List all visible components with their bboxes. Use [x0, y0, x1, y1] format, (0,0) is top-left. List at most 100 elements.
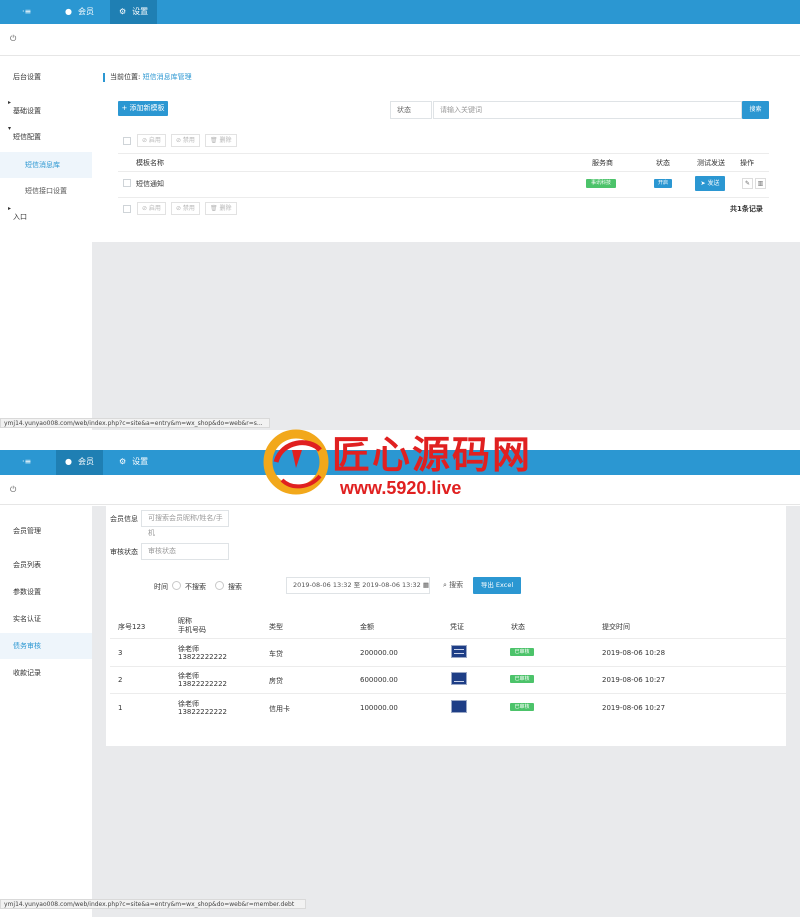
member-search-input[interactable]: 可搜索会员昵称/姓名/手机: [141, 510, 229, 537]
row-type: 车贷: [269, 650, 283, 658]
row-submit-time: 2019-08-06 10:27: [602, 676, 666, 684]
sidebar-item-sms-library[interactable]: 短信消息库: [0, 152, 92, 178]
member-info-label: 会员信息: [110, 515, 138, 523]
voucher-thumbnail[interactable]: [451, 700, 467, 713]
gear-icon: ⚙: [119, 457, 127, 466]
search-icon: ⌕: [443, 581, 447, 589]
row-amount: 600000.00: [360, 676, 398, 684]
header-status: 状态: [511, 623, 525, 631]
row-phone: 13822222222: [178, 653, 227, 661]
user-icon: ●: [65, 7, 72, 16]
row-type: 信用卡: [269, 705, 290, 713]
status-url-bar: ymj14.yunyao008.com/web/index.php?c=site…: [0, 418, 270, 428]
watermark-logo: 匠心源码网 www.5920.live: [262, 420, 552, 502]
date-range-value: 2019-08-06 13:32 至 2019-08-06 13:32: [293, 581, 421, 589]
header-amount: 金额: [360, 623, 374, 631]
keyword-input[interactable]: 请输入关键词: [433, 101, 742, 119]
sidebar-item-label: 短信配置: [13, 133, 41, 141]
template-name: 短信通知: [136, 180, 164, 188]
delete-button-bottom[interactable]: 🗑 删除: [205, 202, 237, 215]
caret-right-icon: ▸: [8, 99, 12, 106]
nav-member[interactable]: ● 会员: [56, 450, 103, 475]
caret-down-icon: ▾: [8, 125, 12, 132]
search-button[interactable]: ⌕ 搜索: [436, 577, 468, 594]
row-amount: 200000.00: [360, 649, 398, 657]
header-voucher: 凭证: [450, 623, 464, 631]
breadcrumb-current[interactable]: 短信消息库管理: [143, 73, 192, 81]
divider: [110, 693, 786, 694]
menu-toggle-icon[interactable]: ·≡: [22, 457, 31, 466]
radio-no-search[interactable]: [172, 581, 181, 590]
send-test-button[interactable]: ➤ 发送: [695, 176, 725, 191]
sidebar-item-backend-settings[interactable]: 后台设置: [0, 64, 92, 90]
nav-member-label: 会员: [77, 457, 94, 466]
date-range-input[interactable]: 2019-08-06 13:32 至 2019-08-06 13:32 ▦: [286, 577, 430, 594]
send-label: 发送: [707, 180, 720, 187]
breadcrumb-prefix: 当前位置:: [110, 73, 141, 81]
sidebar-item-payment-records[interactable]: 收款记录: [0, 660, 92, 686]
nav-settings-label: 设置: [132, 7, 149, 16]
row-amount: 100000.00: [360, 704, 398, 712]
total-count: 共1条记录: [730, 205, 763, 213]
status-badge: 已审核: [510, 675, 534, 683]
divider: [118, 171, 769, 172]
disable-button-bottom[interactable]: ⊘ 禁用: [171, 202, 200, 215]
voucher-thumbnail[interactable]: [451, 645, 467, 658]
select-all-checkbox[interactable]: [123, 137, 131, 145]
main-panel: 当前位置: 短信消息库管理 + 添加新模板 状态 请输入关键词 搜索 ⊘ 启用 …: [92, 58, 800, 242]
row-checkbox[interactable]: [123, 179, 131, 187]
select-all-checkbox-bottom[interactable]: [123, 205, 131, 213]
nav-settings[interactable]: ⚙ 设置: [110, 450, 157, 474]
time-label: 时间: [154, 583, 168, 591]
header-provider: 服务商: [592, 159, 613, 167]
row-phone: 13822222222: [178, 680, 227, 688]
voucher-thumbnail[interactable]: [451, 672, 467, 685]
add-template-button[interactable]: + 添加新模板: [118, 101, 168, 116]
sidebar-item-sms-config[interactable]: ▾ 短信配置: [0, 124, 92, 150]
calendar-icon: ▦: [422, 581, 430, 589]
divider: [118, 153, 769, 154]
status-badge[interactable]: 开启: [654, 179, 672, 188]
radio-no-search-label: 不搜索: [185, 583, 206, 591]
sidebar-item-realname[interactable]: 实名认证: [0, 606, 92, 632]
debt-audit-screen: ·≡ ● 会员 ⚙ 设置 ⏻ 会员管理 会员列表 参数设置 实名认证 债务审核 收款…: [0, 450, 800, 917]
menu-toggle-icon[interactable]: ·≡: [22, 7, 31, 16]
divider: [110, 638, 786, 639]
watermark-text: 匠心源码网: [332, 432, 533, 477]
top-nav-bar: ·≡ ● 会员 ⚙ 设置: [0, 0, 800, 24]
radio-search-label: 搜索: [228, 583, 242, 591]
power-icon[interactable]: ⏻: [10, 485, 16, 495]
user-icon: ●: [65, 457, 72, 466]
nav-member[interactable]: ● 会员: [56, 0, 103, 24]
export-excel-button[interactable]: 导出 Excel: [473, 577, 521, 594]
row-seq: 2: [118, 676, 123, 684]
sidebar-item-member-list[interactable]: 会员列表: [0, 552, 92, 578]
sidebar-item-params[interactable]: 参数设置: [0, 579, 92, 605]
main-panel: 会员信息 可搜索会员昵称/姓名/手机 审核状态 审核状态 时间 不搜索 搜索 2…: [106, 506, 786, 746]
header-submit-time: 提交时间: [602, 623, 630, 631]
edit-icon[interactable]: ✎: [742, 178, 753, 189]
sidebar: 会员管理 会员列表 参数设置 实名认证 债务审核 收款记录: [0, 506, 92, 917]
audit-status-select[interactable]: 审核状态: [141, 543, 229, 560]
nav-settings[interactable]: ⚙ 设置: [110, 0, 158, 24]
status-badge: 已审核: [510, 703, 534, 711]
radio-search[interactable]: [215, 581, 224, 590]
sms-template-screen: ·≡ ● 会员 ⚙ 设置 ⏻ 后台设置 ▸ 基础设置 ▾ 短信配置 短信消息库 短信接口…: [0, 0, 800, 430]
enable-button[interactable]: ⊘ 启用: [137, 134, 166, 147]
sidebar-item-entry[interactable]: ▸ 入口: [0, 204, 92, 230]
disable-button[interactable]: ⊘ 禁用: [171, 134, 200, 147]
sidebar-item-basic-settings[interactable]: ▸ 基础设置: [0, 98, 92, 124]
sub-toolbar: ⏻: [0, 24, 800, 56]
header-phone: 手机号码: [178, 626, 206, 634]
power-icon[interactable]: ⏻: [10, 34, 16, 44]
sidebar-item-member-mgmt[interactable]: 会员管理: [0, 518, 92, 544]
enable-button-bottom[interactable]: ⊘ 启用: [137, 202, 166, 215]
search-button[interactable]: 搜索: [742, 101, 769, 119]
status-select[interactable]: 状态: [390, 101, 432, 119]
search-label: 搜索: [449, 581, 464, 589]
sidebar-item-sms-api[interactable]: 短信接口设置: [0, 178, 92, 204]
trash-icon[interactable]: ▥: [755, 178, 766, 189]
delete-button[interactable]: 🗑 删除: [205, 134, 237, 147]
sidebar-item-debt-audit[interactable]: 债务审核: [0, 633, 92, 659]
header-type: 类型: [269, 623, 283, 631]
